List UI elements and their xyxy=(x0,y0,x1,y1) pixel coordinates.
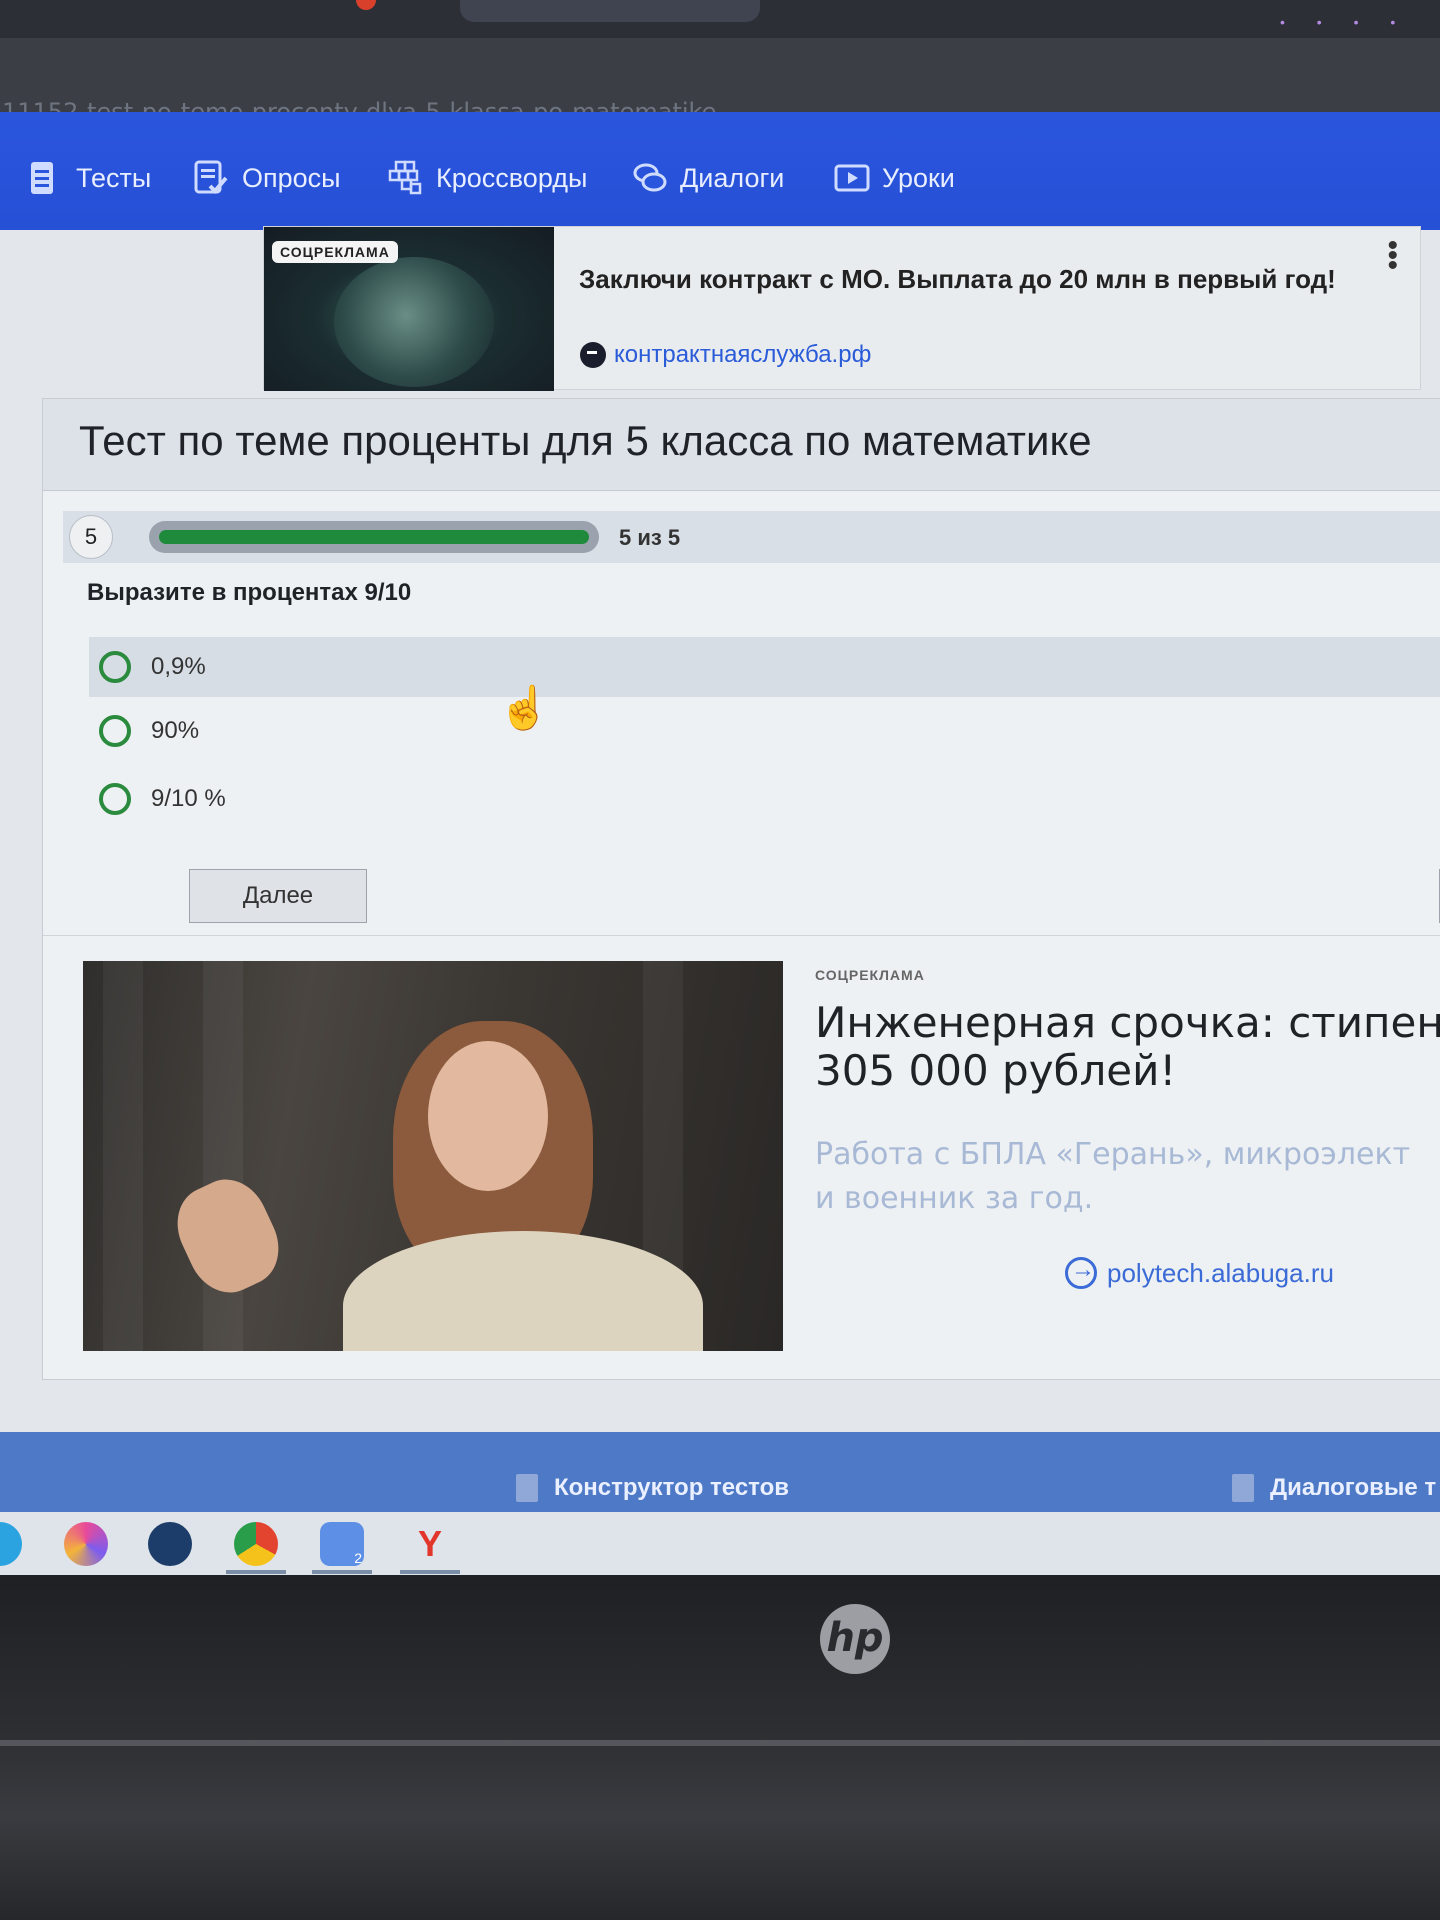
top-ad-title[interactable]: Заключи контракт с МО. Выплата до 20 млн… xyxy=(579,261,1339,297)
top-ad-image[interactable]: СОЦРЕКЛАМА xyxy=(264,227,554,391)
nav-label-lessons: Уроки xyxy=(882,162,955,193)
bottom-ad-link-text[interactable]: polytech.alabuga.ru xyxy=(1107,1258,1334,1289)
document-icon xyxy=(1232,1474,1254,1502)
dialog-bubbles-icon xyxy=(632,160,667,196)
chrome-icon[interactable] xyxy=(234,1522,278,1566)
top-ad-globe-image xyxy=(334,257,494,387)
active-app-indicator xyxy=(312,1570,372,1574)
bottom-ad-image[interactable] xyxy=(83,961,783,1351)
radio-button[interactable] xyxy=(99,783,131,815)
site-navigation: Тесты Опросы Кроссворды Диалоги Уроки xyxy=(0,112,1440,230)
bottom-ad-description: Работа с БПЛА «Герань», микроэлект и вое… xyxy=(815,1133,1440,1221)
telegram-icon[interactable] xyxy=(0,1522,22,1566)
answer-label[interactable]: 90% xyxy=(151,717,199,745)
person-face xyxy=(428,1041,548,1191)
footer-link-test-builder[interactable]: Конструктор тестов xyxy=(516,1474,789,1502)
social-ad-badge: СОЦРЕКЛАМА xyxy=(272,241,398,263)
arrow-right-icon xyxy=(580,342,606,368)
answer-option-3[interactable]: 9/10 % xyxy=(89,769,1440,829)
browser-tab[interactable] xyxy=(460,0,760,22)
laptop-bezel xyxy=(0,1575,1440,1920)
yandex-browser-icon[interactable]: Y xyxy=(408,1522,452,1566)
address-bar[interactable]: 11152-test-po-teme-procenty-dlya-5-klass… xyxy=(0,38,1440,126)
top-ad-banner[interactable]: СОЦРЕКЛАМА Заключи контракт с МО. Выплат… xyxy=(263,226,1421,391)
curtain-fold xyxy=(103,961,143,1351)
crossword-grid-icon xyxy=(388,160,422,196)
progress-text: 5 из 5 xyxy=(619,525,681,550)
browser-profile-icon[interactable] xyxy=(356,0,376,10)
divider xyxy=(43,935,1440,936)
nav-label-dialogs: Диалоги xyxy=(680,162,785,193)
site-footer: Конструктор тестов Диалоговые т xyxy=(0,1432,1440,1512)
test-title-bar: Тест по теме проценты для 5 класса по ма… xyxy=(43,399,1440,491)
active-app-indicator xyxy=(400,1570,460,1574)
nav-item-crosswords[interactable]: Кроссворды xyxy=(388,156,587,200)
more-options-icon[interactable]: • • • xyxy=(1387,231,1398,281)
nav-item-lessons[interactable]: Уроки xyxy=(834,156,955,200)
bottom-ad-desc-line: Работа с БПЛА «Герань», микроэлект xyxy=(815,1137,1411,1172)
lesson-video-icon xyxy=(834,160,870,196)
extension-dots-icon: • • • • xyxy=(1280,14,1410,30)
footer-link-label[interactable]: Конструктор тестов xyxy=(554,1474,789,1502)
test-doc-icon xyxy=(28,160,62,196)
nav-item-surveys[interactable]: Опросы xyxy=(194,156,341,200)
person-hand xyxy=(163,1167,293,1305)
nav-item-dialogs[interactable]: Диалоги xyxy=(632,156,784,200)
progress-bar xyxy=(149,521,599,553)
browser-tab-strip: • • • • xyxy=(0,0,1440,38)
nav-item-tests[interactable]: Тесты xyxy=(28,156,151,200)
arrow-circle-icon xyxy=(1065,1256,1097,1289)
answer-label[interactable]: 9/10 % xyxy=(151,785,226,813)
screen: • • • • 11152-test-po-teme-procenty-dlya… xyxy=(0,0,1440,1575)
nav-label-tests: Тесты xyxy=(76,162,152,193)
top-ad-link-text[interactable]: контрактнаяслужба.рф xyxy=(614,341,871,369)
active-app-indicator xyxy=(226,1570,286,1574)
bottom-ad-title[interactable]: Инженерная срочка: стипенди 305 000 рубл… xyxy=(815,999,1440,1095)
footer-link-label[interactable]: Диалоговые т xyxy=(1270,1474,1436,1502)
progress-row: 5 5 из 5 xyxy=(63,511,1440,563)
progress-bar-fill xyxy=(159,530,589,544)
taskbar: 2 Y xyxy=(0,1512,1440,1575)
curtain-fold xyxy=(203,961,243,1351)
question-number-badge: 5 xyxy=(69,515,113,559)
answer-label[interactable]: 0,9% xyxy=(151,653,206,681)
answer-option-2[interactable]: 90% xyxy=(89,701,1440,761)
answer-option-1[interactable]: 0,9% xyxy=(89,637,1440,697)
browser-app-icon[interactable] xyxy=(64,1522,108,1566)
steam-icon[interactable] xyxy=(148,1522,192,1566)
bottom-ad-link[interactable]: polytech.alabuga.ru xyxy=(1065,1256,1334,1289)
radio-button[interactable] xyxy=(99,715,131,747)
question-text: Выразите в процентах 9/10 xyxy=(87,579,412,606)
hand-cursor-icon: ☝ xyxy=(498,684,551,731)
bottom-ad-title-line[interactable]: 305 000 рублей! xyxy=(815,1047,1440,1095)
next-button[interactable]: Далее xyxy=(189,869,367,923)
bottom-ad-title-line[interactable]: Инженерная срочка: стипенди xyxy=(815,999,1440,1047)
footer-link-dialog-trainers[interactable]: Диалоговые т xyxy=(1232,1474,1436,1502)
survey-check-icon xyxy=(194,160,228,196)
laptop-hinge xyxy=(0,1740,1440,1746)
hp-logo: hp xyxy=(820,1604,890,1674)
bottom-ad-desc-line: и военник за год. xyxy=(815,1181,1094,1216)
notification-count: 2 xyxy=(354,1550,362,1566)
document-icon xyxy=(516,1474,538,1502)
test-card: Тест по теме проценты для 5 класса по ма… xyxy=(42,398,1440,1380)
nav-label-crosswords: Кроссворды xyxy=(436,162,588,193)
radio-button[interactable] xyxy=(99,651,131,683)
test-title: Тест по теме проценты для 5 класса по ма… xyxy=(79,417,1092,464)
social-ad-badge: СОЦРЕКЛАМА xyxy=(815,967,925,983)
chat-app-icon[interactable]: 2 xyxy=(320,1522,364,1566)
top-ad-link[interactable]: контрактнаяслужба.рф xyxy=(580,341,871,369)
nav-label-surveys: Опросы xyxy=(242,162,341,193)
